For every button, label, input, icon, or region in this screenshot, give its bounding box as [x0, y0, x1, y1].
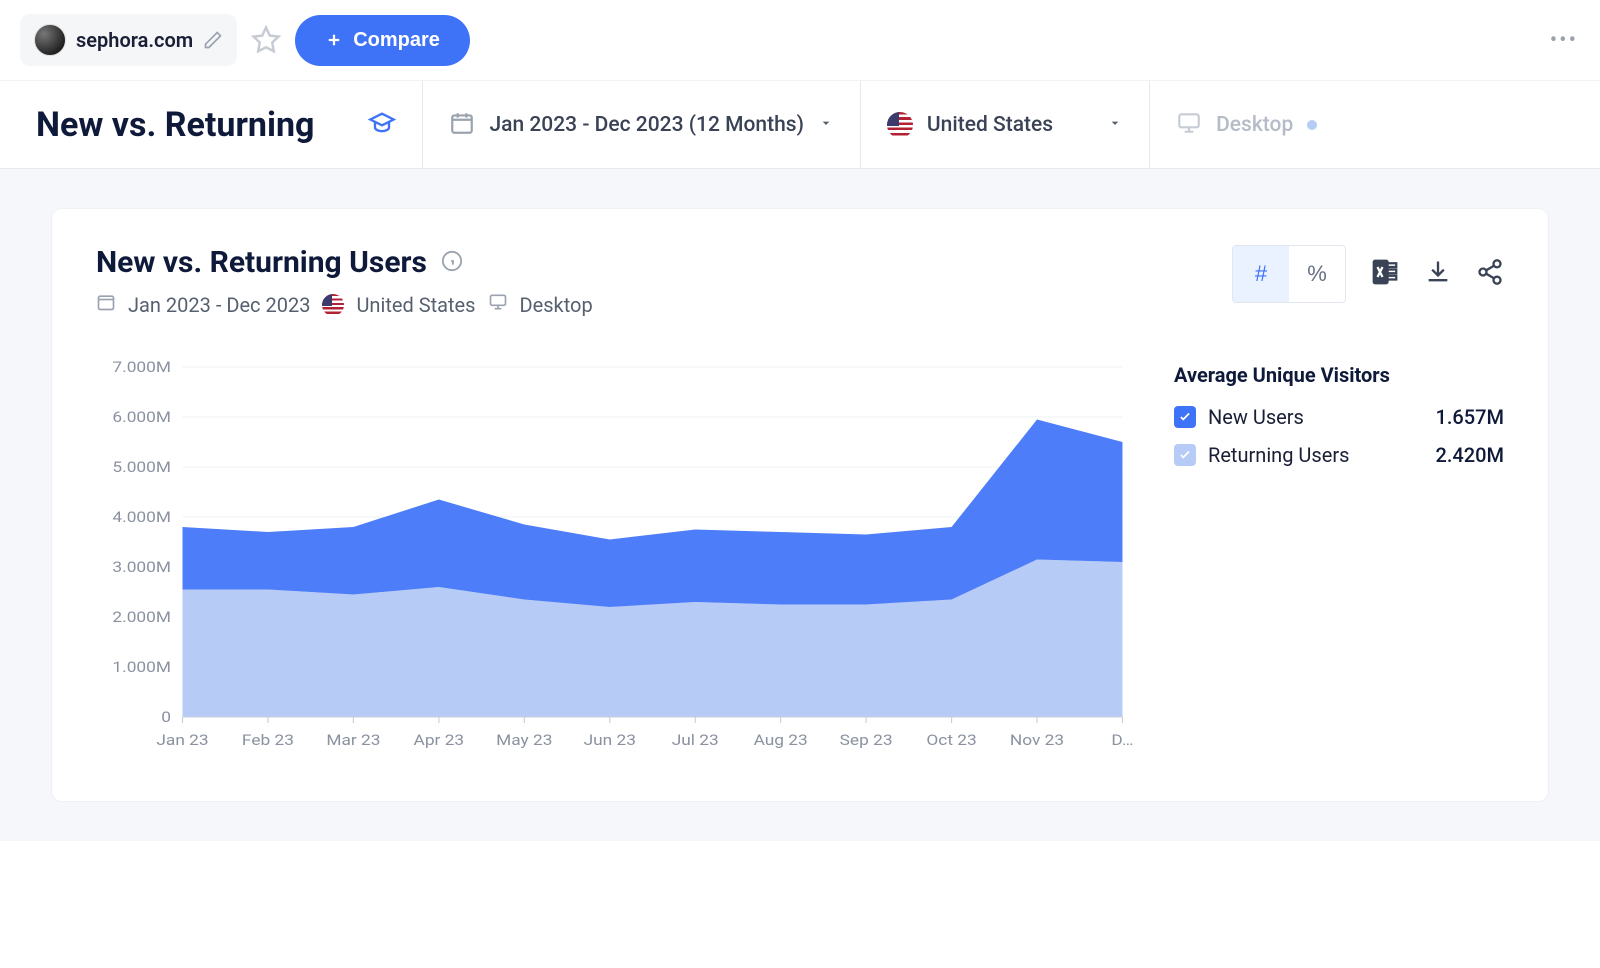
svg-text:3.000M: 3.000M	[112, 558, 171, 576]
site-favicon	[34, 24, 66, 56]
chevron-down-icon	[1107, 115, 1123, 135]
desktop-icon	[1176, 110, 1202, 140]
download-icon[interactable]	[1424, 258, 1452, 290]
compare-button[interactable]: Compare	[295, 15, 470, 66]
area-chart: 0 1.000M 2.000M 3.000M 4.000M 5.000M 6.000M 7.0…	[96, 357, 1134, 757]
more-icon[interactable]: •••	[1550, 28, 1578, 53]
svg-text:Nov 23: Nov 23	[1010, 731, 1064, 749]
compare-label: Compare	[353, 29, 440, 52]
flag-icon	[887, 112, 913, 138]
svg-text:6.000M: 6.000M	[112, 408, 171, 426]
svg-text:5.000M: 5.000M	[112, 458, 171, 476]
panel: New vs. Returning Users Jan 2023 - Dec 2…	[0, 169, 1600, 841]
share-icon[interactable]	[1476, 258, 1504, 290]
toggle-hash[interactable]: #	[1233, 246, 1289, 302]
legend-value: 2.420M	[1435, 443, 1504, 467]
legend: Average Unique Visitors New Users 1.657M…	[1174, 357, 1504, 757]
svg-text:Jul 23: Jul 23	[672, 731, 719, 749]
legend-label: New Users	[1208, 405, 1304, 429]
flag-icon	[322, 294, 344, 316]
site-chip[interactable]: sephora.com	[20, 14, 237, 66]
svg-text:4.000M: 4.000M	[112, 508, 171, 526]
svg-text:Oct 23: Oct 23	[926, 731, 976, 749]
card: New vs. Returning Users Jan 2023 - Dec 2…	[52, 209, 1548, 801]
site-domain: sephora.com	[76, 28, 193, 52]
country-filter[interactable]: United States	[861, 81, 1150, 168]
svg-text:D…: D…	[1111, 731, 1133, 749]
card-head: New vs. Returning Users Jan 2023 - Dec 2…	[96, 245, 1504, 317]
desktop-icon	[488, 292, 508, 317]
calendar-icon	[96, 292, 116, 317]
topbar: sephora.com Compare •••	[0, 0, 1600, 81]
svg-text:1.000M: 1.000M	[112, 658, 171, 676]
date-range-filter[interactable]: Jan 2023 - Dec 2023 (12 Months)	[423, 81, 860, 168]
country-label: United States	[927, 113, 1053, 137]
page-title-segment: New vs. Returning	[0, 81, 423, 168]
device-label: Desktop	[1216, 113, 1293, 137]
star-icon[interactable]	[251, 25, 281, 55]
checkbox-icon[interactable]	[1174, 444, 1196, 466]
calendar-icon	[449, 110, 475, 140]
chart: 0 1.000M 2.000M 3.000M 4.000M 5.000M 6.000M 7.0…	[96, 357, 1134, 757]
page-title: New vs. Returning	[26, 105, 354, 145]
info-icon[interactable]	[441, 245, 463, 280]
svg-text:Mar 23: Mar 23	[326, 731, 380, 749]
svg-text:Apr 23: Apr 23	[414, 731, 465, 749]
svg-text:2.000M: 2.000M	[112, 608, 171, 626]
filterbar: New vs. Returning Jan 2023 - Dec 2023 (1…	[0, 81, 1600, 169]
legend-label: Returning Users	[1208, 443, 1349, 467]
legend-value: 1.657M	[1435, 405, 1504, 429]
card-title: New vs. Returning Users	[96, 245, 593, 280]
checkbox-icon[interactable]	[1174, 406, 1196, 428]
unit-toggle: # %	[1232, 245, 1346, 303]
svg-text:7.000M: 7.000M	[112, 358, 171, 376]
card-subtitle: Jan 2023 - Dec 2023 United States Deskto…	[96, 292, 593, 317]
edit-icon[interactable]	[203, 30, 223, 50]
card-body: 0 1.000M 2.000M 3.000M 4.000M 5.000M 6.000M 7.0…	[96, 357, 1504, 757]
card-title-text: New vs. Returning Users	[96, 245, 427, 280]
card-sub-date: Jan 2023 - Dec 2023	[128, 293, 310, 317]
svg-text:0: 0	[161, 708, 171, 726]
date-range-label: Jan 2023 - Dec 2023 (12 Months)	[489, 113, 803, 137]
legend-title: Average Unique Visitors	[1174, 363, 1504, 387]
svg-text:Jun 23: Jun 23	[584, 731, 636, 749]
card-actions: # %	[1232, 245, 1504, 303]
svg-text:Aug 23: Aug 23	[754, 731, 808, 749]
legend-row[interactable]: Returning Users 2.420M	[1174, 443, 1504, 467]
card-titles: New vs. Returning Users Jan 2023 - Dec 2…	[96, 245, 593, 317]
svg-text:Feb 23: Feb 23	[242, 731, 294, 749]
svg-text:May 23: May 23	[496, 731, 552, 749]
chevron-down-icon	[818, 115, 834, 135]
academy-icon[interactable]	[368, 109, 396, 141]
status-dot	[1307, 120, 1317, 130]
legend-row[interactable]: New Users 1.657M	[1174, 405, 1504, 429]
excel-icon[interactable]	[1370, 257, 1400, 291]
toggle-percent[interactable]: %	[1289, 246, 1345, 302]
device-filter[interactable]: Desktop	[1150, 81, 1343, 168]
svg-text:Sep 23: Sep 23	[840, 731, 893, 749]
card-sub-country: United States	[356, 293, 475, 317]
card-sub-device: Desktop	[520, 293, 593, 317]
svg-text:Jan 23: Jan 23	[156, 731, 208, 749]
